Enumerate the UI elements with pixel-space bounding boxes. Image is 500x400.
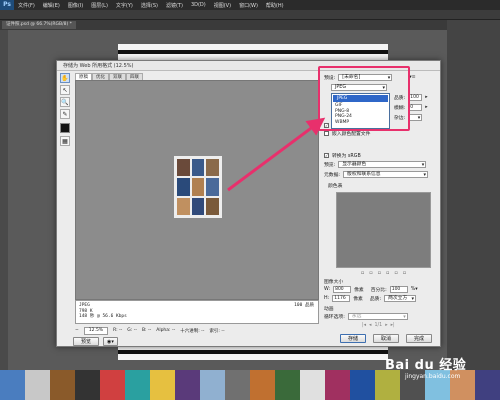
baidu-watermark: Bai du 经验 jingyan.baidu.com	[385, 354, 466, 380]
annotation-arrow	[227, 117, 326, 192]
watermark-brand: Bai du 经验	[385, 358, 467, 373]
watermark-url: jingyan.baidu.com	[405, 373, 461, 380]
